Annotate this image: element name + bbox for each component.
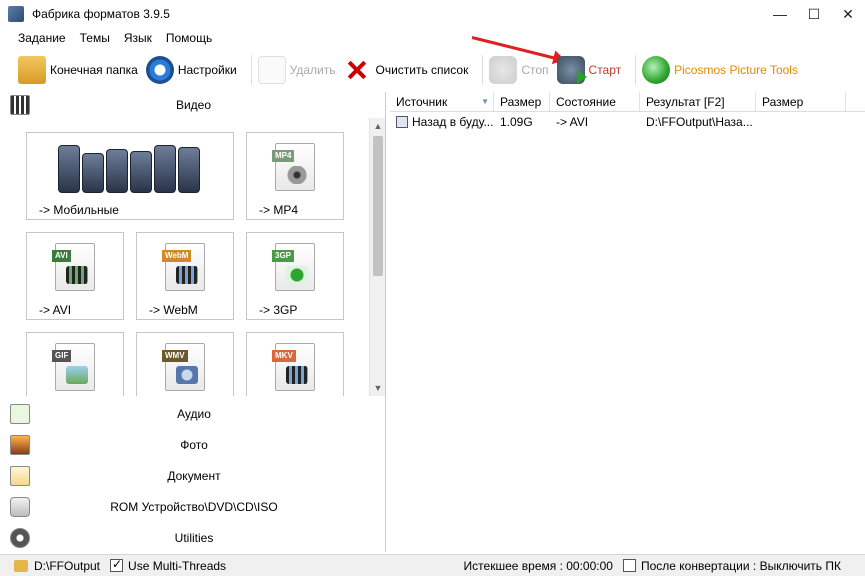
cell-output-size [756,112,846,132]
tile-3gp[interactable]: 3GP -> 3GP [246,232,344,320]
scroll-down-icon[interactable]: ▼ [370,380,386,396]
maximize-button[interactable]: ☐ [797,0,831,28]
delete-icon [257,56,286,84]
toolbar-separator [250,55,252,85]
category-list: Аудио Фото Документ ROM Устройство\DVD\C… [2,398,386,553]
app-icon [8,6,24,22]
menu-help[interactable]: Помощь [166,31,212,45]
column-state[interactable]: Состояние [550,92,640,111]
gear-icon [145,56,174,84]
menu-bar: Задание Темы Язык Помощь [0,28,865,48]
tile-wmv[interactable]: WMV [136,332,234,396]
video-file-icon [396,116,408,128]
document-icon [10,465,30,486]
folder-icon [14,559,28,572]
utilities-icon [10,527,30,548]
cell-state: -> AVI [556,115,589,129]
menu-themes[interactable]: Темы [80,31,110,45]
video-icon [10,95,30,115]
clear-x-icon [343,56,372,84]
sort-arrow-icon: ▼ [481,97,489,106]
folder-icon [18,56,46,84]
after-convert-label: После конвертации : Выключить ПК [640,558,841,573]
output-path[interactable]: D:\FFOutput [34,559,100,573]
category-rom[interactable]: ROM Устройство\DVD\CD\ISO [2,491,386,522]
picosmos-button[interactable]: Picosmos Picture Tools [642,53,798,87]
window-controls: — ☐ ✕ [763,0,865,28]
wmv-file-icon: WMV [162,343,205,391]
scrollbar-thumb[interactable] [373,136,383,276]
disc-drive-icon [10,496,30,517]
cell-source: Назад в буду... [390,112,494,132]
category-photo[interactable]: Фото [2,429,386,460]
toolbar: Конечная папка Настройки Удалить Очистит… [0,50,865,90]
video-grid-scrollbar[interactable]: ▲ ▼ [369,118,385,396]
video-formats-grid: -> Мобильные MP4 -> MP4 AVI -> AVI WebM … [2,118,386,396]
tile-gif[interactable]: GIF [26,332,124,396]
toolbar-separator [635,55,637,85]
avi-file-icon: AVI [52,243,95,291]
tile-avi[interactable]: AVI -> AVI [26,232,124,320]
stop-icon [489,56,518,84]
tile-mkv[interactable]: MKV [246,332,344,396]
table-header: Источник ▼ Размер Состояние Результат [F2… [390,92,865,112]
task-table: Источник ▼ Размер Состояние Результат [F2… [390,92,865,552]
mobile-phones-icon [58,145,202,193]
tile-mobile[interactable]: -> Мобильные [26,132,234,220]
minimize-button[interactable]: — [763,0,797,28]
table-row[interactable]: Назад в буду... 1.09G -> AVI D:\FFOutput… [390,112,865,132]
clear-list-button[interactable]: Очистить список [343,53,468,87]
cell-size: 1.09G [500,115,533,129]
mp4-file-icon: MP4 [272,143,315,191]
mkv-file-icon: MKV [272,343,315,391]
picosmos-icon [642,56,671,84]
menu-language[interactable]: Язык [124,31,152,45]
column-source[interactable]: Источник ▼ [390,92,494,111]
status-bar: D:\FFOutput Use Multi-Threads Истекшее в… [0,554,865,576]
tile-mp4[interactable]: MP4 -> MP4 [246,132,344,220]
close-button[interactable]: ✕ [831,0,865,28]
toolbar-separator [482,55,484,85]
window-title: Фабрика форматов 3.9.5 [32,7,170,21]
after-convert-checkbox[interactable] [622,559,636,572]
output-folder-button[interactable]: Конечная папка [18,53,138,87]
tile-webm[interactable]: WebM -> WebM [136,232,234,320]
category-audio[interactable]: Аудио [2,398,386,429]
settings-button[interactable]: Настройки [145,53,237,87]
photo-icon [10,434,30,455]
cell-result: D:\FFOutput\Наза... [646,115,753,129]
start-icon [556,56,587,84]
category-document[interactable]: Документ [2,460,386,491]
webm-file-icon: WebM [162,243,205,291]
left-panel: Видео -> Мобильные MP4 -> MP4 AVI -> AVI [2,92,386,552]
stop-button[interactable]: Стоп [489,53,549,87]
3gp-file-icon: 3GP [272,243,315,291]
category-utilities[interactable]: Utilities [2,522,386,553]
delete-button[interactable]: Удалить [257,53,335,87]
title-bar: Фабрика форматов 3.9.5 — ☐ ✕ [0,0,865,28]
multithreads-checkbox[interactable] [110,557,124,572]
scroll-up-icon[interactable]: ▲ [370,118,386,134]
category-video[interactable]: Видео [2,92,385,118]
elapsed-time: Истекшее время : 00:00:00 [463,558,613,573]
column-size[interactable]: Размер [494,92,550,111]
gif-file-icon: GIF [52,343,95,391]
audio-icon [10,403,30,424]
column-output-size[interactable]: Размер [756,92,846,111]
menu-task[interactable]: Задание [18,31,66,45]
column-result[interactable]: Результат [F2] [640,92,756,111]
multithreads-label: Use Multi-Threads [128,558,227,573]
start-button[interactable]: Старт [556,53,621,87]
